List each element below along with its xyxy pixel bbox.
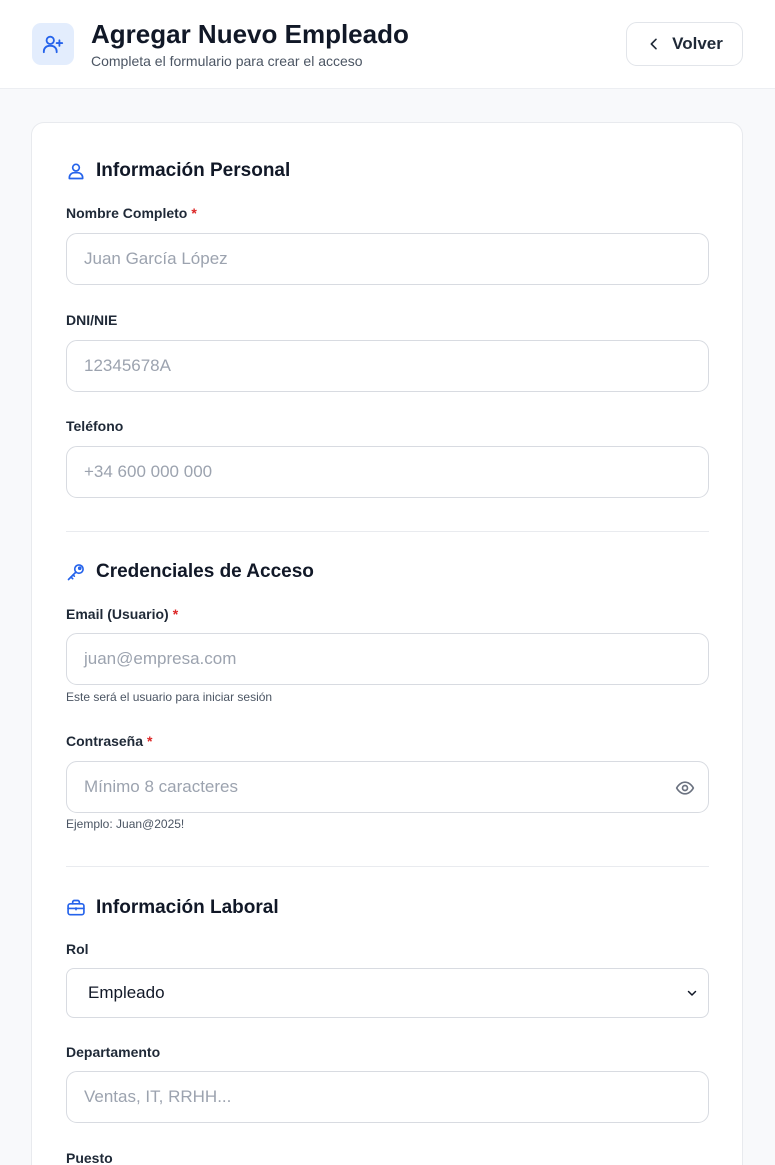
employee-form-card: Información Personal Nombre Completo * Ju… <box>31 122 743 1165</box>
departamento-input[interactable]: Ventas, IT, RRHH... <box>66 1071 709 1123</box>
section-personal-label: Información Personal <box>96 160 291 181</box>
password-input[interactable]: Mínimo 8 caracteres <box>66 761 709 813</box>
section-laboral-title: Información Laboral <box>66 896 279 920</box>
password-help-text: Ejemplo: Juan@2025! <box>66 817 185 831</box>
section-credenciales-title: Credenciales de Acceso <box>66 560 314 584</box>
key-icon <box>67 564 84 581</box>
telefono-label: Teléfono <box>66 418 124 434</box>
page-title: Agregar Nuevo Empleado <box>91 19 409 49</box>
page-header: Agregar Nuevo Empleado Completa el formu… <box>0 0 775 89</box>
rol-selected-value: Empleado <box>88 983 165 1002</box>
required-marker: * <box>172 606 179 622</box>
briefcase-icon <box>67 899 85 916</box>
section-divider <box>66 866 709 867</box>
password-placeholder: Mínimo 8 caracteres <box>84 777 238 796</box>
back-button-label: Volver <box>672 34 723 53</box>
telefono-input[interactable]: +34 600 000 000 <box>66 446 709 498</box>
page-subtitle: Completa el formulario para crear el acc… <box>91 53 363 69</box>
password-label: Contraseña * <box>66 733 153 749</box>
email-help-text: Este será el usuario para iniciar sesión <box>66 690 273 704</box>
required-marker: * <box>191 205 197 221</box>
departamento-label: Departamento <box>66 1044 161 1060</box>
dni-input[interactable]: 12345678A <box>66 340 709 392</box>
departamento-placeholder: Ventas, IT, RRHH... <box>84 1087 232 1106</box>
chevron-down-icon <box>687 990 697 996</box>
nombre-placeholder: Juan García López <box>84 249 228 268</box>
email-input[interactable]: juan@empresa.com <box>66 633 709 685</box>
back-button[interactable]: Volver <box>626 22 743 66</box>
section-divider <box>66 531 709 532</box>
section-credenciales-label: Credenciales de Acceso <box>96 561 314 582</box>
eye-icon[interactable] <box>675 778 695 798</box>
email-placeholder: juan@empresa.com <box>84 649 237 668</box>
nombre-label: Nombre Completo * <box>66 205 197 221</box>
required-marker: * <box>147 733 153 749</box>
email-label: Email (Usuario) * <box>66 606 179 622</box>
puesto-label: Puesto <box>66 1150 113 1165</box>
nombre-input[interactable]: Juan García López <box>66 233 709 285</box>
rol-select[interactable]: Empleado <box>66 968 709 1018</box>
section-laboral-label: Información Laboral <box>96 897 279 918</box>
user-plus-icon <box>32 23 74 65</box>
telefono-placeholder: +34 600 000 000 <box>84 462 213 481</box>
rol-label: Rol <box>66 941 89 957</box>
chevron-left-icon <box>650 38 657 50</box>
section-personal-title: Información Personal <box>66 159 290 183</box>
dni-label: DNI/NIE <box>66 312 118 328</box>
dni-placeholder: 12345678A <box>84 356 171 375</box>
user-icon <box>68 163 84 180</box>
